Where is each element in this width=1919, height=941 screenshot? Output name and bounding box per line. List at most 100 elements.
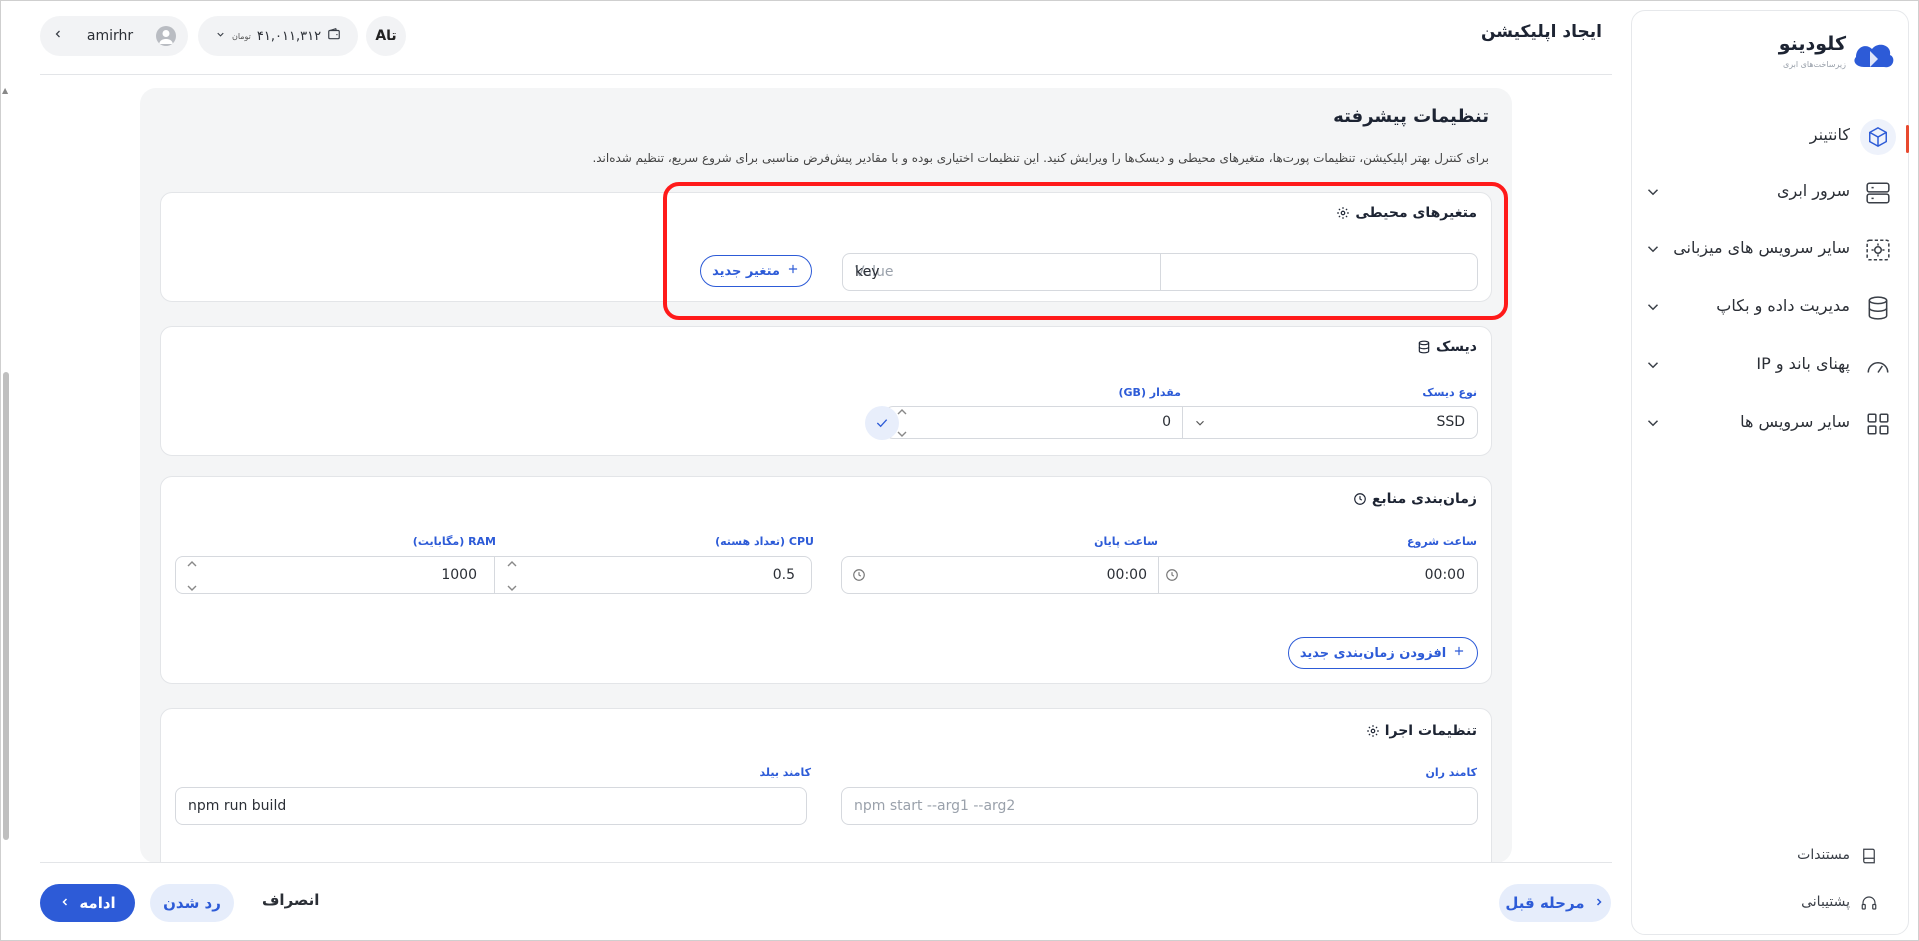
schedule-title: زمان‌بندی منابع <box>1353 491 1477 507</box>
page-title: ایجاد اپلیکیشن <box>1480 22 1602 42</box>
logo-text: کلودینو <box>1778 33 1846 55</box>
user-menu[interactable]: amirhr <box>40 16 188 56</box>
username: amirhr <box>86 28 134 44</box>
chevron-down-icon <box>215 29 226 44</box>
avatar <box>156 26 176 46</box>
book-icon <box>1860 846 1878 866</box>
ram-input[interactable]: 1000 <box>441 567 477 583</box>
resources-field: 0.5 1000 <box>175 556 812 594</box>
run-settings-title: تنظیمات اجرا <box>1366 723 1477 739</box>
gear-icon <box>1366 725 1379 737</box>
wallet-amount: ۴۱,۰۱۱,۳۱۲ <box>256 28 322 44</box>
disk-amount-input[interactable]: 0 <box>1162 414 1171 430</box>
continue-button[interactable]: ادامه <box>40 884 135 922</box>
chevron-up-icon[interactable] <box>507 560 517 568</box>
database-icon <box>1418 340 1430 354</box>
headset-icon <box>1860 893 1878 913</box>
chevron-up-icon[interactable] <box>897 408 907 416</box>
disk-title-text: دیسک <box>1435 339 1477 355</box>
add-schedule-button[interactable]: افزودن زمان‌بندی جدید <box>1288 637 1478 669</box>
continue-label: ادامه <box>79 894 116 912</box>
disk-card: دیسک نوع دیسک مقدار (GB) SSD 0 <box>160 326 1492 456</box>
language-toggle[interactable]: Aتا <box>366 16 406 56</box>
sidebar-docs-link[interactable]: مستندات <box>1632 841 1908 871</box>
chevron-down-icon[interactable] <box>1644 414 1662 432</box>
sidebar: کلودینو زیرساخت‌های ابری کانتینر سرور اب… <box>1631 10 1909 935</box>
chevron-right-icon <box>1593 894 1605 912</box>
run-settings-card: تنظیمات اجرا کامند ران کامند بیلد npm st… <box>160 708 1492 863</box>
build-cmd-input[interactable]: npm run build <box>175 787 807 825</box>
previous-step-label: مرحله قبل <box>1505 894 1585 912</box>
start-time-label: ساعت شروع <box>1407 535 1477 548</box>
disk-type-label: نوع دیسک <box>1422 386 1477 399</box>
chevron-down-icon[interactable] <box>1644 240 1662 258</box>
check-icon <box>876 419 888 428</box>
chevron-down-icon[interactable] <box>1193 416 1207 434</box>
end-time-input[interactable]: 00:00 <box>1107 567 1147 583</box>
scroll-up-arrow-icon[interactable]: ▲ <box>2 86 8 95</box>
disk-amount-label: مقدار (GB) <box>1118 386 1182 399</box>
cancel-button[interactable]: انصراف <box>262 891 319 909</box>
sidebar-support-link[interactable]: پشتیبانی <box>1632 888 1908 918</box>
sidebar-item-label: سایر سرویس ها <box>1740 412 1850 431</box>
section-title: تنظیمات پیشرفته <box>1333 106 1489 127</box>
chevron-down-icon[interactable] <box>187 584 197 592</box>
sidebar-item-container[interactable]: کانتینر <box>1632 113 1908 159</box>
docs-label: مستندات <box>1797 847 1850 863</box>
run-cmd-placeholder: npm start --arg1 --arg2 <box>854 798 1016 814</box>
hosting-gear-icon <box>1860 232 1896 268</box>
header-divider <box>40 74 1612 75</box>
sidebar-item-label: سایر سرویس های میزبانی <box>1673 238 1850 257</box>
clock-icon[interactable] <box>1165 568 1179 586</box>
sidebar-item-label: پهنای باند و IP <box>1756 354 1850 373</box>
run-settings-title-text: تنظیمات اجرا <box>1384 723 1477 739</box>
logo-icon <box>1850 37 1898 73</box>
sidebar-item-cloud-server[interactable]: سرور ابری <box>1632 169 1908 215</box>
ram-stepper[interactable] <box>186 560 198 592</box>
run-cmd-input[interactable]: npm start --arg1 --arg2 <box>841 787 1478 825</box>
sidebar-item-other-services[interactable]: سایر سرویس ها <box>1632 400 1908 446</box>
add-schedule-label: افزودن زمان‌بندی جدید <box>1299 645 1447 661</box>
logo-subtitle: زیرساخت‌های ابری <box>1782 60 1846 69</box>
sidebar-item-label: کانتینر <box>1809 125 1850 144</box>
disk-title: دیسک <box>1417 339 1477 355</box>
wallet-unit: تومان <box>231 31 251 41</box>
field-divider <box>1158 557 1159 593</box>
sidebar-item-bandwidth-ip[interactable]: پهنای باند و IP <box>1632 342 1908 388</box>
start-time-input[interactable]: 00:00 <box>1425 567 1465 583</box>
cpu-label: CPU (تعداد هسته) <box>715 535 814 548</box>
chevron-down-icon[interactable] <box>1644 298 1662 316</box>
highlight-box <box>663 182 1508 320</box>
field-divider <box>494 557 495 593</box>
sidebar-item-data-backup[interactable]: مدیریت داده و بکاپ <box>1632 284 1908 330</box>
chevron-up-icon[interactable] <box>187 560 197 568</box>
grid-icon <box>1860 406 1896 442</box>
sidebar-item-label: سرور ابری <box>1776 181 1850 200</box>
chevron-down-icon[interactable] <box>1644 356 1662 374</box>
field-divider <box>1182 407 1183 438</box>
wallet-balance[interactable]: تومان ۴۱,۰۱۱,۳۱۲ <box>198 16 358 56</box>
time-range-field: 00:00 00:00 <box>841 556 1478 594</box>
chevron-down-icon[interactable] <box>507 584 517 592</box>
plus-icon <box>1452 644 1466 662</box>
disk-row: SSD 0 <box>885 406 1478 439</box>
chevron-left-icon <box>59 894 71 912</box>
clock-icon <box>1353 493 1366 505</box>
clock-icon[interactable] <box>852 568 866 586</box>
support-label: پشتیبانی <box>1801 894 1850 910</box>
build-cmd-value: npm run build <box>188 798 287 814</box>
previous-step-button[interactable]: مرحله قبل <box>1499 884 1611 922</box>
chevron-down-icon[interactable] <box>1644 183 1662 201</box>
chevron-left-icon <box>52 28 64 44</box>
chevron-down-icon[interactable] <box>897 430 907 438</box>
disk-type-select[interactable]: SSD <box>1436 414 1465 430</box>
database-icon <box>1860 290 1896 326</box>
scrollbar-thumb[interactable] <box>3 372 9 840</box>
gauge-icon <box>1860 348 1896 384</box>
confirm-disk-button[interactable] <box>865 406 899 440</box>
skip-button[interactable]: رد شدن <box>150 884 234 922</box>
cpu-input[interactable]: 0.5 <box>773 567 795 583</box>
schedule-card: زمان‌بندی منابع ساعت شروع ساعت پایان CPU… <box>160 476 1492 684</box>
cpu-stepper[interactable] <box>506 560 518 592</box>
sidebar-item-hosting[interactable]: سایر سرویس های میزبانی <box>1632 226 1908 272</box>
